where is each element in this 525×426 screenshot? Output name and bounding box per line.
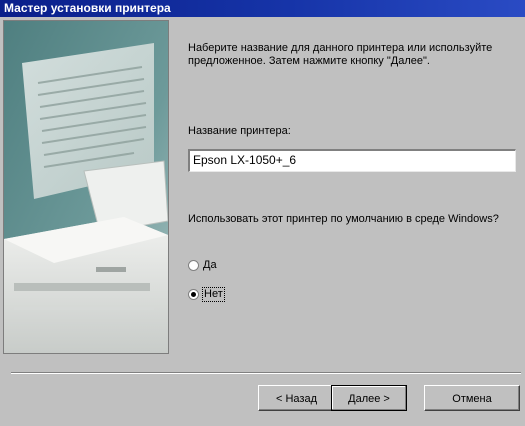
window-title: Мастер установки принтера bbox=[4, 1, 171, 15]
radio-yes-circle-icon[interactable] bbox=[188, 259, 199, 271]
title-bar[interactable]: Мастер установки принтера bbox=[0, 0, 525, 17]
radio-no-label[interactable]: Нет bbox=[202, 286, 225, 302]
printer-name-input[interactable]: Epson LX-1050+_6 bbox=[188, 149, 516, 172]
radio-yes[interactable]: Да bbox=[188, 257, 217, 273]
radio-yes-label[interactable]: Да bbox=[203, 259, 217, 272]
separator bbox=[11, 372, 521, 374]
printer-wizard-window: Мастер установки принтера Наберите назва… bbox=[0, 0, 525, 426]
cancel-button[interactable]: Отмена bbox=[424, 385, 520, 411]
default-printer-question: Использовать этот принтер по умолчанию в… bbox=[188, 213, 499, 225]
radio-no[interactable]: Нет bbox=[188, 286, 225, 302]
radio-no-circle-icon[interactable] bbox=[188, 288, 199, 300]
next-button[interactable]: Далее > bbox=[331, 385, 407, 411]
back-button[interactable]: < Назад bbox=[258, 385, 335, 411]
radio-selected-dot-icon bbox=[191, 291, 196, 297]
printer-illustration-icon bbox=[3, 20, 169, 354]
printer-name-label: Название принтера: bbox=[188, 125, 291, 137]
intro-text: Наберите название для данного принтера и… bbox=[188, 42, 493, 67]
